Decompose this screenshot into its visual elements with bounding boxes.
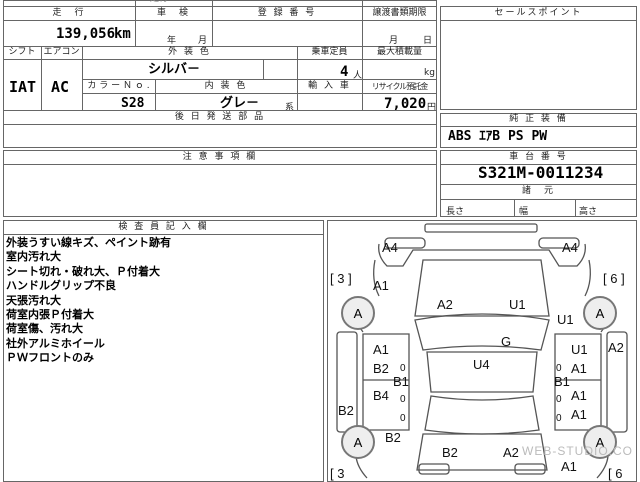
damage-mark: U4 [473,357,490,372]
zero-mark: 0 [556,394,562,405]
damage-mark: A2 [608,340,624,355]
damage-mark: A4 [382,240,398,255]
damage-mark: [ 6 ] [603,271,625,286]
wheel-rear-left: A [341,425,375,459]
shaken-year-unit: 年 [167,36,177,46]
shift-label: シフト [8,47,36,57]
import-label: 輸 入 車 [308,81,351,91]
damage-mark: U1 [571,342,588,357]
damage-mark: A1 [373,278,389,293]
dim-height-label: 高さ [579,207,598,217]
damage-mark: A1 [561,459,577,474]
zero-mark: 0 [400,394,406,405]
inspector-note: 荷室傷、汚れ大 [6,322,83,336]
damage-mark: B2 [338,403,354,418]
max-load-unit: kg [424,68,435,78]
later-items-label: 後 日 発 送 部 品 [174,112,266,122]
zero-mark: 0 [556,413,562,424]
interior-color-label: 内 装 色 [204,81,248,91]
shaken-month-unit: 月 [198,36,208,46]
damage-mark: A1 [373,342,389,357]
damage-mark: B1 [393,374,409,389]
zero-mark: 0 [400,413,406,424]
dim-length-label: 長さ [446,207,465,217]
spec-table [3,0,437,148]
damage-mark: A2 [503,445,519,460]
wheel-grade: A [353,435,363,450]
top-cut-label: 走行 [150,0,168,4]
color-no-label: カ ラ ー Ｎ ｏ . [87,81,150,91]
watermark: WEB-STUDIO.CO [522,444,633,458]
wheel-front-right: A [583,296,617,330]
factory-options-value: ABS ｴｱB PS PW [448,129,548,144]
capacity-label: 乗車定員 [311,47,348,57]
mileage-unit: km [114,26,131,42]
mileage-value: 139,056 [56,26,116,42]
inspector-note: ＰＷフロントのみ [6,351,94,365]
transfer-month-unit: 月 [389,36,399,46]
registration-label: 登 録 番 号 [257,8,317,18]
inspector-notes: 外装うすい線キズ、ペイント跡有 室内汚れ大 シート切れ・破れ大、Ｐ付着大 ハンド… [6,236,171,366]
wheel-grade: A [353,306,363,321]
damage-mark: A4 [562,240,578,255]
damage-mark: G [501,334,512,349]
damage-mark: U1 [557,312,574,327]
zero-mark: 0 [400,363,406,374]
damage-mark: A1 [571,361,587,376]
damage-mark: A2 [437,297,453,312]
zero-mark: 0 [556,363,562,374]
inspector-note: シート切れ・破れ大、Ｐ付着大 [6,264,160,278]
transfer-day-unit: 日 [423,36,433,46]
max-load-label: 最大積載量 [376,47,422,57]
damage-mark: B2 [442,445,458,460]
damage-mark: A1 [571,388,587,403]
mileage-label: 走 行 [52,8,86,18]
damage-mark: U1 [509,297,526,312]
inspector-note: 外装うすい線キズ、ペイント跡有 [6,236,171,249]
exterior-color-value: シルバ－ [148,62,201,77]
caution-label: 注 意 事 項 欄 [182,152,258,162]
damage-mark: [ 3 ] [330,271,352,286]
dimensions-label: 諸 元 [521,186,555,196]
damage-mark: B2 [373,361,389,376]
inspector-label: 検 査 員 記 入 欄 [118,222,209,232]
exterior-color-label: 外 装 色 [168,47,211,57]
damage-mark: B4 [373,388,389,403]
damage-mark: [ 3 [330,466,345,481]
inspector-note: 室内汚れ大 [6,250,61,264]
damage-mark: A1 [571,407,587,422]
chassis-value: S321M-0011234 [478,163,604,182]
wheel-grade: A [595,306,605,321]
damage-mark: [ 6 [608,466,623,481]
shift-value: IAT [9,78,37,96]
inspector-note: 社外アルミホイール [6,336,105,350]
factory-options-label: 純 正 装 備 [509,114,568,124]
inspector-note: ハンドルグリップ不良 [6,279,116,293]
aircon-value: AC [51,78,70,96]
sales-point-label: セールスポイント [494,8,583,18]
wheel-front-left: A [341,296,375,330]
aircon-label: エアコン [43,47,80,57]
damage-mark: B2 [385,430,401,445]
damage-mark: B1 [554,374,570,389]
shaken-label: 車 検 [156,8,190,18]
recycle-label: リサイクル預託金 [371,82,429,91]
transfer-label: 譲渡書類期限 [372,8,427,18]
dim-width-label: 幅 [519,207,529,217]
inspector-note: 天張汚れ大 [6,293,61,307]
inspector-note: 荷室内張Ｐ付着大 [6,308,94,322]
sales-point-box [440,6,637,110]
